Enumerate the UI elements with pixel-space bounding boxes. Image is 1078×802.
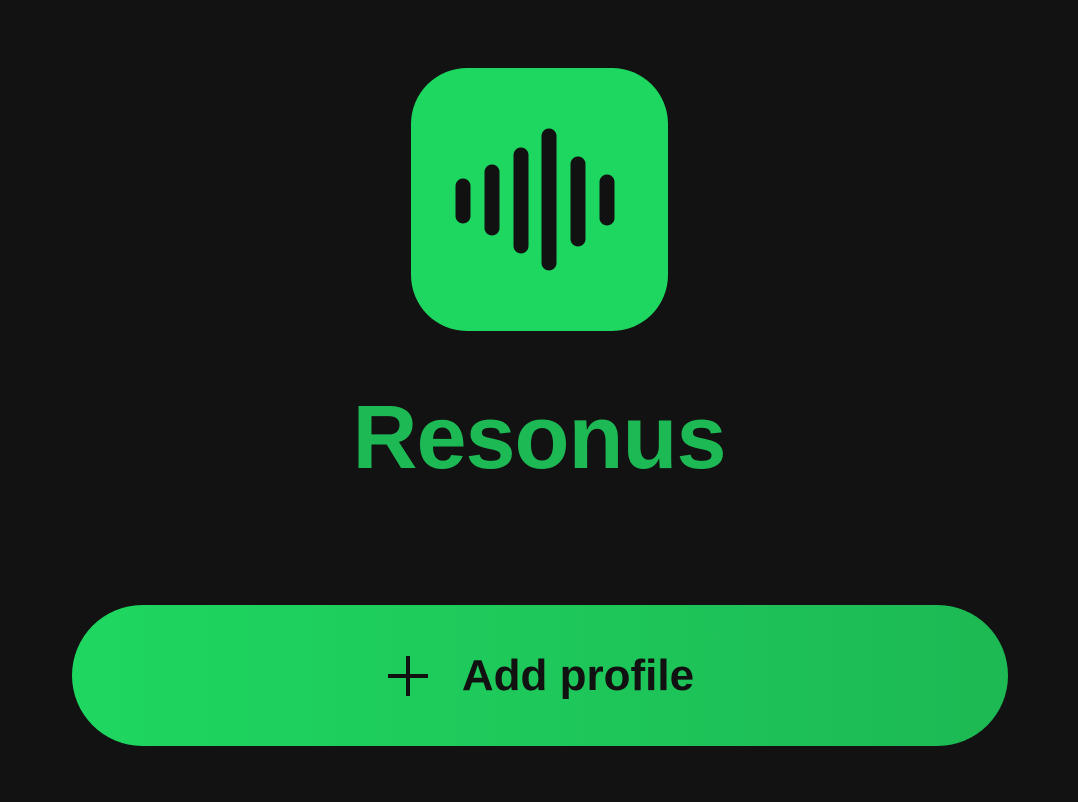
app-logo <box>411 68 668 331</box>
plus-icon <box>386 654 430 698</box>
app-title: Resonus <box>352 388 726 488</box>
sound-wave-icon <box>455 128 615 271</box>
add-profile-button[interactable]: Add profile <box>72 605 1008 746</box>
add-profile-label: Add profile <box>461 650 695 700</box>
